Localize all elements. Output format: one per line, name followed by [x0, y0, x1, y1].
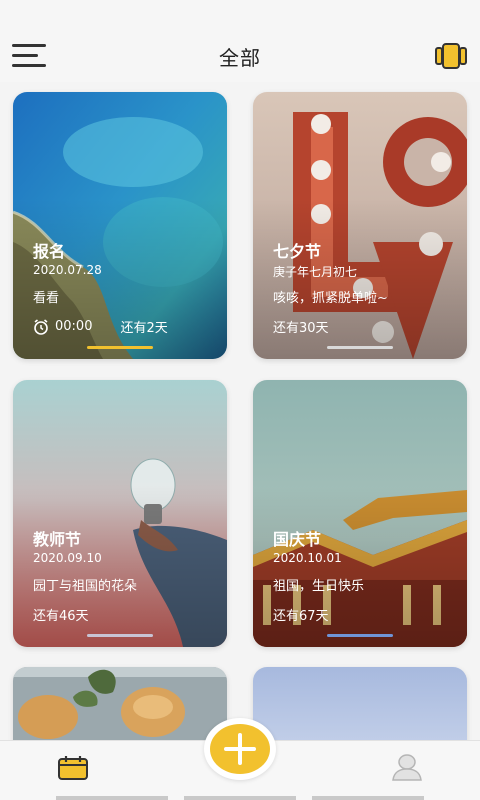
alarm-clock-icon [34, 318, 48, 335]
event-note: 看看 [33, 291, 60, 306]
event-note: 祖国，生日快乐 [273, 579, 365, 594]
card-indicator [87, 634, 153, 637]
card-indicator [87, 346, 153, 349]
event-card-national-day[interactable]: 国庆节 2020.10.01 祖国，生日快乐 还有67天 [253, 380, 467, 647]
event-date: 2020.07.28 [33, 263, 102, 277]
event-date: 庚子年七月初七 [273, 265, 358, 279]
event-name: 报名 [33, 242, 66, 261]
event-card-signup[interactable]: 报名 2020.07.28 看看 00:00 还有2天 [13, 92, 227, 359]
card-indicator [327, 346, 393, 349]
event-card-qixi[interactable]: 七夕节 庚子年七月初七 咳咳，抓紧脱单啦~ 还有30天 [253, 92, 467, 359]
event-card-teachers-day[interactable]: 教师节 2020.09.10 园丁与祖国的花朵 还有46天 [13, 380, 227, 647]
user-icon[interactable] [390, 753, 424, 783]
event-countdown: 还有67天 [273, 609, 329, 624]
event-time: 00:00 [55, 319, 93, 334]
card-indicator [327, 634, 393, 637]
event-name: 国庆节 [273, 530, 322, 549]
event-grid: 报名 2020.07.28 看看 00:00 还有2天 七夕节 庚子年七月初七 … [0, 0, 480, 800]
event-note: 咳咳，抓紧脱单啦~ [273, 291, 388, 306]
event-countdown: 还有46天 [33, 609, 89, 624]
event-name: 教师节 [33, 530, 82, 549]
event-date: 2020.10.01 [273, 551, 342, 565]
event-countdown: 还有30天 [273, 321, 329, 336]
home-indicator [56, 796, 168, 800]
event-name: 七夕节 [273, 242, 322, 261]
event-date: 2020.09.10 [33, 551, 102, 565]
event-countdown: 还有2天 [120, 321, 168, 336]
event-note: 园丁与祖国的花朵 [33, 579, 138, 594]
calendar-icon[interactable] [57, 755, 89, 781]
add-event-button[interactable] [204, 718, 276, 780]
